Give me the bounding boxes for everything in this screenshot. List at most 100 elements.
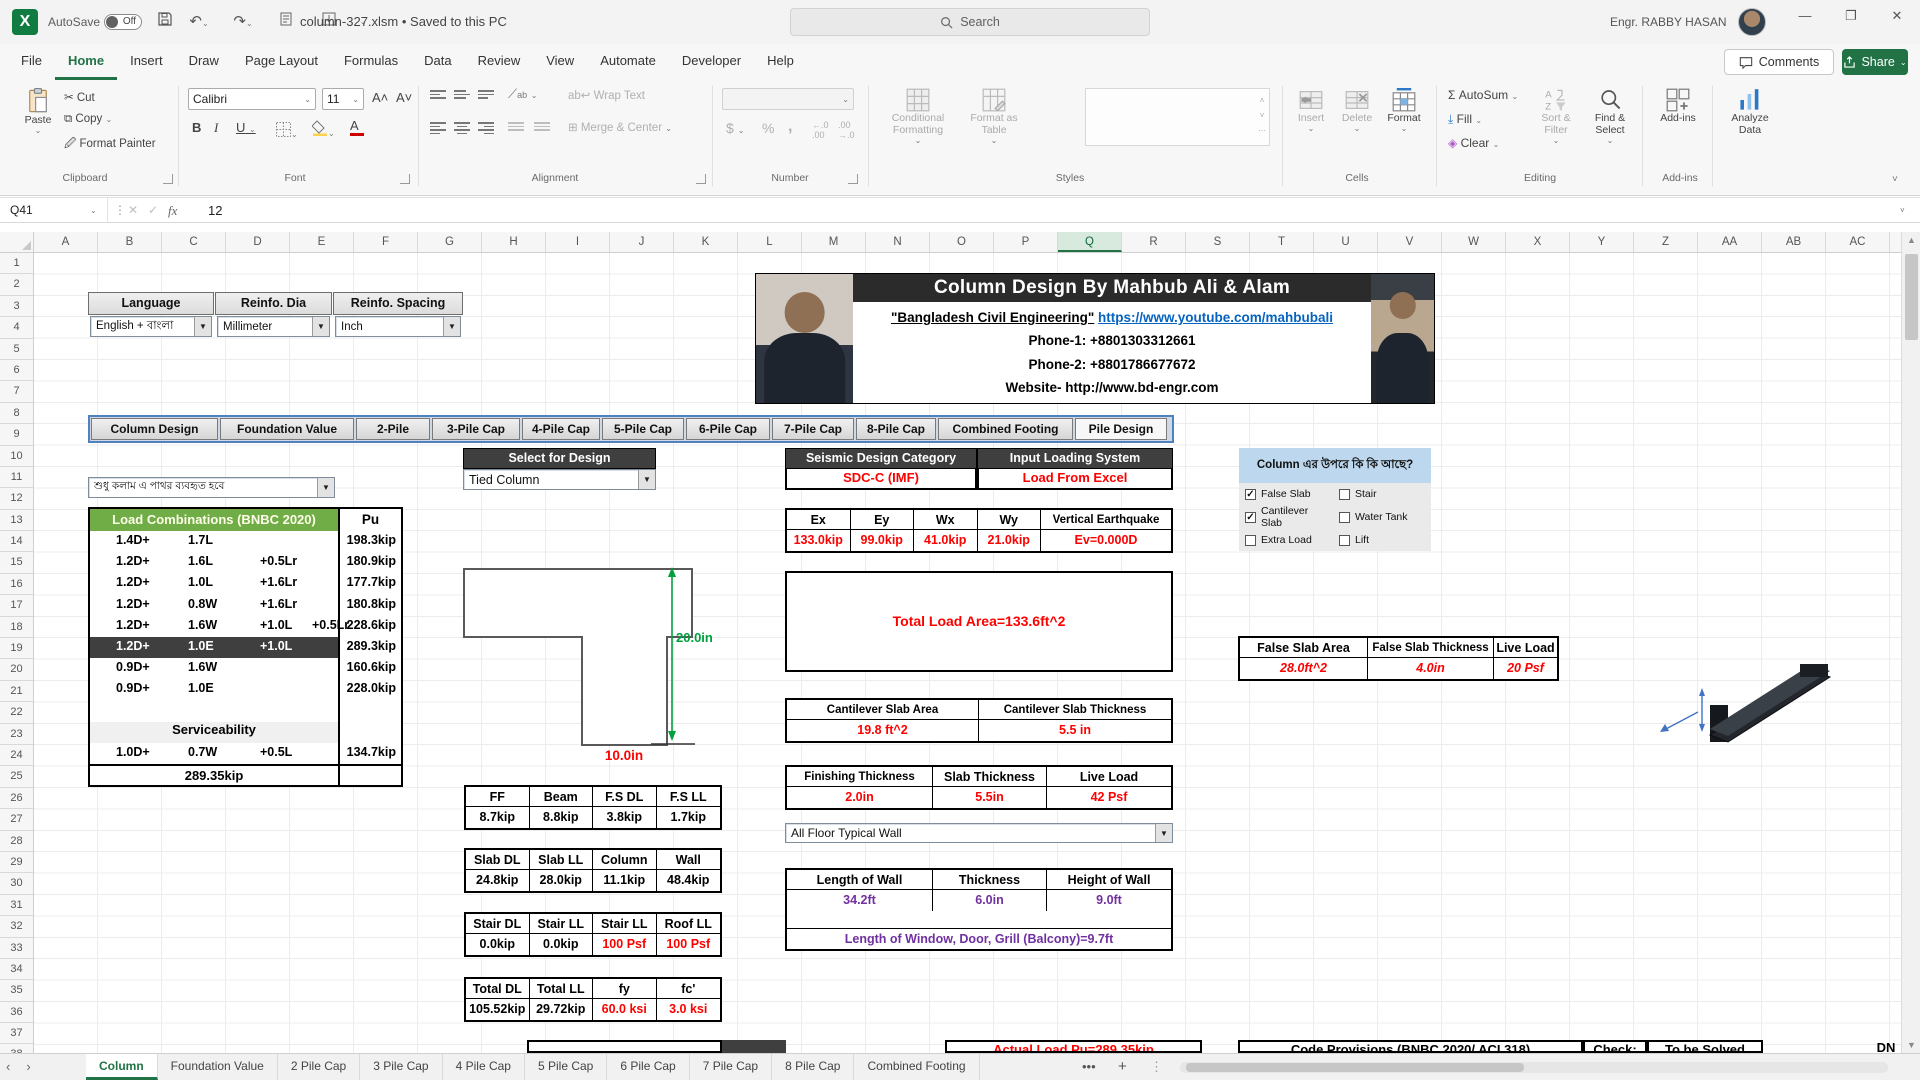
autosum-button[interactable]: Σ AutoSum ⌄ [1448, 88, 1518, 102]
row-header-31[interactable]: 31 [0, 895, 33, 916]
menu-tab-home[interactable]: Home [55, 44, 117, 80]
analyze-data-button[interactable]: Analyze Data [1722, 88, 1778, 136]
row-header-22[interactable]: 22 [0, 702, 33, 723]
bold-button[interactable]: B [192, 120, 201, 135]
percent-button[interactable]: % [762, 120, 774, 136]
row-header-18[interactable]: 18 [0, 617, 33, 638]
row-header-38[interactable]: 38 [0, 1044, 33, 1053]
row-header-37[interactable]: 37 [0, 1023, 33, 1044]
column-header-t[interactable]: T [1250, 232, 1314, 252]
menu-tab-file[interactable]: File [8, 44, 55, 80]
next-sheet-icon[interactable]: › [26, 1054, 30, 1080]
format-painter-button[interactable]: 🖉 Format Painter [64, 136, 156, 155]
column-type-dropdown-icon[interactable]: ▼ [638, 470, 655, 489]
checkbox-false-slab[interactable]: ✓False Slab [1245, 488, 1331, 500]
minimize-button[interactable]: — [1782, 0, 1828, 32]
close-button[interactable]: ✕ [1874, 0, 1920, 32]
increase-indent-icon[interactable] [534, 122, 550, 131]
checkbox-box[interactable] [1339, 512, 1350, 523]
row-header-6[interactable]: 6 [0, 360, 33, 381]
wall-type-select[interactable]: All Floor Typical Wall ▼ [785, 823, 1173, 843]
font-color-button[interactable]: A [350, 118, 364, 136]
column-header-k[interactable]: K [674, 232, 738, 252]
checkbox-extra-load[interactable]: Extra Load [1245, 534, 1331, 546]
column-header-u[interactable]: U [1314, 232, 1378, 252]
sheet-button-7-pile-cap[interactable]: 7-Pile Cap [772, 418, 854, 440]
language-select[interactable]: English + বাংলা▼ [90, 316, 212, 337]
column-header-c[interactable]: C [162, 232, 226, 252]
checkbox-lift[interactable]: Lift [1339, 534, 1425, 546]
reinfo-spacing-select[interactable]: Inch▼ [335, 316, 461, 337]
column-header-ab[interactable]: AB [1762, 232, 1826, 252]
column-header-e[interactable]: E [290, 232, 354, 252]
scroll-down-icon[interactable]: ▼ [1902, 1040, 1920, 1050]
row-header-14[interactable]: 14 [0, 531, 33, 552]
row-header-28[interactable]: 28 [0, 831, 33, 852]
checkbox-box[interactable] [1245, 535, 1256, 546]
row-header-7[interactable]: 7 [0, 381, 33, 402]
format-cells-button[interactable]: Format⌄ [1382, 88, 1426, 133]
row-header-36[interactable]: 36 [0, 1002, 33, 1023]
column-header-v[interactable]: V [1378, 232, 1442, 252]
sheet-tab-column[interactable]: Column [86, 1054, 158, 1080]
row-header-34[interactable]: 34 [0, 959, 33, 980]
sheet-tab-4-pile-cap[interactable]: 4 Pile Cap [443, 1054, 525, 1080]
reinfo-dia-select[interactable]: Millimeter▼ [217, 316, 330, 337]
column-header-i[interactable]: I [546, 232, 610, 252]
row-header-15[interactable]: 15 [0, 552, 33, 573]
checkbox-cantilever-slab[interactable]: ✓Cantilever Slab [1245, 505, 1331, 529]
language-dropdown-icon[interactable]: ▼ [194, 317, 211, 336]
column-option-dropdown-icon[interactable]: ▼ [317, 478, 334, 497]
cell-styles-gallery[interactable]: ˄˅⋯ [1085, 88, 1270, 146]
italic-button[interactable]: I [214, 120, 218, 136]
column-header-o[interactable]: O [930, 232, 994, 252]
checkbox-box[interactable] [1339, 489, 1350, 500]
menu-tab-view[interactable]: View [533, 44, 587, 80]
row-header-33[interactable]: 33 [0, 938, 33, 959]
clear-button[interactable]: ◈ Clear ⌄ [1448, 136, 1499, 150]
column-header-ac[interactable]: AC [1826, 232, 1890, 252]
row-header-23[interactable]: 23 [0, 724, 33, 745]
shrink-font-button[interactable]: A˅ [396, 90, 412, 105]
checkbox-stair[interactable]: Stair [1339, 488, 1425, 500]
cut-button[interactable]: ✂ Cut [64, 90, 95, 104]
row-header-26[interactable]: 26 [0, 788, 33, 809]
reinfo-dia-dropdown-icon[interactable]: ▼ [312, 317, 329, 336]
row-header-4[interactable]: 4 [0, 317, 33, 338]
menu-tab-insert[interactable]: Insert [117, 44, 176, 80]
sheet-tab-foundation-value[interactable]: Foundation Value [158, 1054, 278, 1080]
checkbox-box[interactable]: ✓ [1245, 489, 1256, 500]
find-select-button[interactable]: Find & Select⌄ [1586, 88, 1634, 145]
vertical-scrollbar[interactable]: ▲ ▼ [1901, 232, 1920, 1053]
align-right-icon[interactable] [478, 122, 494, 134]
sheet-button-2-pile[interactable]: 2-Pile [356, 418, 430, 440]
row-header-35[interactable]: 35 [0, 980, 33, 1001]
row-header-30[interactable]: 30 [0, 873, 33, 894]
column-header-p[interactable]: P [994, 232, 1058, 252]
insert-cells-button[interactable]: Insert⌄ [1290, 88, 1332, 133]
sheet-button-foundation-value[interactable]: Foundation Value [220, 418, 354, 440]
insert-function-icon[interactable]: fx [168, 198, 177, 223]
enter-formula-icon[interactable]: ✓ [148, 198, 158, 223]
format-as-table-button[interactable]: Format as Table⌄ [962, 88, 1026, 145]
column-header-aa[interactable]: AA [1698, 232, 1762, 252]
column-header-f[interactable]: F [354, 232, 418, 252]
orientation-button[interactable]: ⟋ab ⌄ [508, 86, 537, 102]
select-all-corner[interactable] [0, 232, 34, 253]
column-header-l[interactable]: L [738, 232, 802, 252]
column-header-s[interactable]: S [1186, 232, 1250, 252]
restore-button[interactable]: ❐ [1828, 0, 1874, 32]
column-header-r[interactable]: R [1122, 232, 1186, 252]
share-button[interactable]: Share ⌄ [1842, 49, 1908, 75]
align-middle-icon[interactable] [454, 90, 470, 99]
row-header-11[interactable]: 11 [0, 467, 33, 488]
expand-formula-bar-icon[interactable]: ˅ [1900, 198, 1905, 223]
sheet-button-combined-footing[interactable]: Combined Footing [938, 418, 1073, 440]
align-center-icon[interactable] [454, 122, 470, 134]
column-header-w[interactable]: W [1442, 232, 1506, 252]
horizontal-scrollbar[interactable] [1180, 1062, 1888, 1073]
column-header-q[interactable]: Q [1058, 232, 1122, 252]
column-header-b[interactable]: B [98, 232, 162, 252]
row-header-27[interactable]: 27 [0, 809, 33, 830]
column-header-j[interactable]: J [610, 232, 674, 252]
